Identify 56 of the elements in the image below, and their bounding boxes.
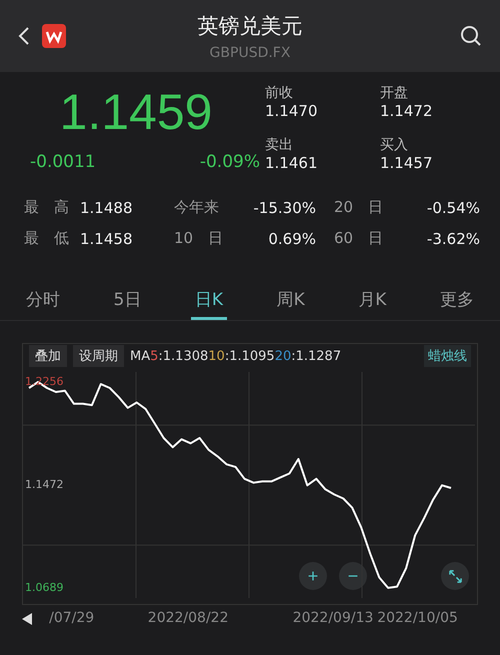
period-tab[interactable]: 周K xyxy=(272,282,309,320)
stat-label: 10 日 xyxy=(173,229,224,248)
stat-value: 1.1488 xyxy=(80,198,134,216)
search-icon[interactable] xyxy=(460,25,482,47)
chart-mode-button[interactable]: 蜡烛线 xyxy=(424,345,471,367)
stat-value: 0.69% xyxy=(267,230,316,248)
y-axis-label: 1.2256 xyxy=(25,375,64,388)
ma-period: 10 xyxy=(208,348,225,364)
expand-icon xyxy=(448,570,462,582)
field-value: 1.1461 xyxy=(265,154,318,172)
scroll-left-icon[interactable] xyxy=(22,613,32,625)
ma-value: :1.1287 xyxy=(291,348,342,364)
field-value: 1.1470 xyxy=(265,102,318,120)
ma-period: 20 xyxy=(274,348,292,364)
period-tab[interactable]: 分时 xyxy=(22,282,64,320)
toolbar-button[interactable]: 叠加 xyxy=(29,345,67,367)
stat-value: 1.1458 xyxy=(80,230,134,248)
back-icon[interactable] xyxy=(18,26,30,46)
field-label: 开盘 xyxy=(380,84,409,102)
period-tab[interactable]: 月K xyxy=(354,282,390,320)
stat-label: 最 低 xyxy=(24,229,70,248)
stat-label: 今年来 xyxy=(173,198,220,217)
app-logo-icon xyxy=(42,24,66,48)
x-axis-label: /07/29 xyxy=(49,610,94,626)
price-change: -0.0011 xyxy=(30,152,96,172)
stat-label: 60 日 xyxy=(333,229,384,248)
stat-value: -15.30% xyxy=(252,198,316,216)
stat-value: -0.54% xyxy=(426,198,480,216)
y-axis-label: 1.1472 xyxy=(25,478,64,492)
last-price: 1.1459 xyxy=(58,84,214,140)
period-tab[interactable]: 日K xyxy=(190,282,228,320)
x-axis-label: 2022/08/22 xyxy=(148,610,228,626)
field-value: 1.1472 xyxy=(380,102,434,120)
ma-period: 5 xyxy=(150,348,158,364)
stat-label: 最 高 xyxy=(24,198,70,217)
stat-value: -3.62% xyxy=(426,230,480,248)
toolbar-button[interactable]: 设周期 xyxy=(73,345,124,367)
x-axis-label: 2022/10/05 xyxy=(377,610,458,626)
y-axis-label: 1.0689 xyxy=(25,581,64,594)
field-label: 买入 xyxy=(380,136,409,154)
symbol-code: GBPUSD.FX xyxy=(210,45,290,61)
field-label: 卖出 xyxy=(265,136,294,154)
zoom-out-button[interactable]: − xyxy=(339,562,367,590)
window-title: 英镑兑美元 xyxy=(198,13,302,40)
expand-button[interactable] xyxy=(441,562,469,590)
period-tab[interactable]: 更多 xyxy=(436,282,478,320)
ma-value: :1.1308 xyxy=(158,348,208,364)
field-label: 前收 xyxy=(265,84,294,102)
ma-label: MA xyxy=(130,348,150,364)
x-axis-label: 2022/09/13 xyxy=(292,610,374,626)
period-tab[interactable]: 5日 xyxy=(110,282,146,320)
field-value: 1.1457 xyxy=(380,154,434,172)
stat-label: 20 日 xyxy=(333,198,384,217)
ma-value: :1.1095 xyxy=(224,348,275,364)
zoom-in-button[interactable]: + xyxy=(299,562,327,590)
percent-change: -0.09% xyxy=(200,152,260,172)
